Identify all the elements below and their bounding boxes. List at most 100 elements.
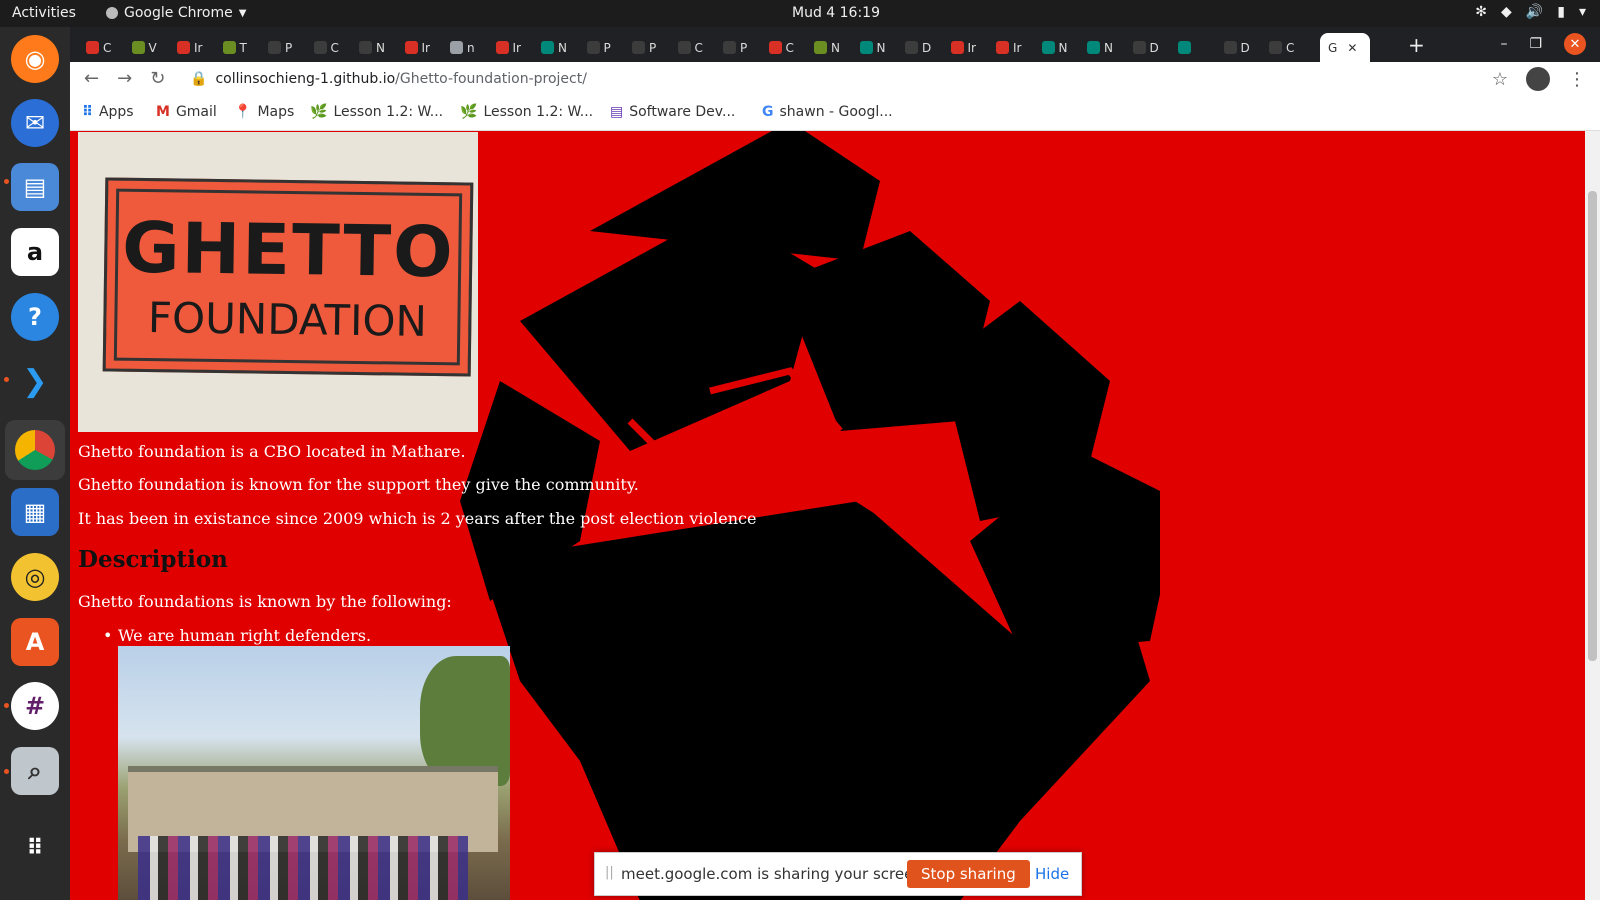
tab-item[interactable]: P <box>579 33 623 62</box>
menu-kebab-icon[interactable]: ⋮ <box>1568 69 1586 90</box>
forward-icon[interactable]: → <box>117 68 132 89</box>
tab-item[interactable]: D <box>1125 33 1169 62</box>
github-icon <box>1269 41 1282 54</box>
profile-avatar[interactable] <box>1526 67 1550 91</box>
caret-down-icon: ▼ <box>238 7 247 19</box>
tab-item[interactable]: C <box>761 33 805 62</box>
tab-item[interactable]: D <box>1216 33 1260 62</box>
firefox-icon[interactable]: ◉ <box>11 35 59 83</box>
tab-item[interactable]: n <box>442 33 486 62</box>
thunderbird-icon[interactable]: ✉ <box>11 99 59 147</box>
tab-item[interactable]: P <box>624 33 668 62</box>
close-tab-icon[interactable]: ✕ <box>1347 41 1357 55</box>
intro-paragraph-1: Ghetto foundation is a CBO located in Ma… <box>78 442 466 461</box>
tab-item[interactable]: N <box>1034 33 1078 62</box>
tab-title: C <box>694 40 703 55</box>
meet-icon <box>1041 41 1055 54</box>
url-path: /Ghetto-foundation-project/ <box>395 71 587 87</box>
vscode-icon[interactable]: ❯ <box>11 357 59 405</box>
tab-item[interactable]: C <box>670 33 714 62</box>
bookmark-star-icon[interactable]: ☆ <box>1492 69 1508 90</box>
tab-active[interactable]: G ✕ <box>1320 33 1370 62</box>
files-icon[interactable]: ▤ <box>11 163 59 211</box>
maximize-icon[interactable]: ❐ <box>1529 36 1542 52</box>
gmail-icon: M <box>156 104 170 120</box>
bookmark-item[interactable]: 📍 Maps <box>234 104 294 120</box>
software-center-icon[interactable]: A <box>11 618 59 666</box>
tab-item[interactable]: N <box>806 33 850 62</box>
accessibility-icon[interactable]: ✻ <box>1475 4 1487 20</box>
tab-item[interactable]: C <box>306 33 350 62</box>
rhythmbox-icon[interactable]: ◎ <box>11 553 59 601</box>
tab-item[interactable]: Ir <box>488 33 532 62</box>
logo-line-2: FOUNDATION <box>147 293 428 346</box>
tab-item[interactable]: N <box>351 33 395 62</box>
tab-item[interactable]: P <box>715 33 759 62</box>
reload-icon[interactable]: ↻ <box>150 68 165 89</box>
drag-handle-icon[interactable]: || <box>605 865 614 880</box>
minimize-icon[interactable]: – <box>1500 36 1507 52</box>
tab-item[interactable] <box>1170 33 1214 62</box>
tab-item[interactable]: P <box>260 33 304 62</box>
tab-item[interactable]: Ir <box>169 33 213 62</box>
toolbar-right: ☆ ⋮ <box>1492 67 1586 91</box>
photo-people <box>138 836 468 900</box>
amazon-icon[interactable]: a <box>11 228 59 276</box>
tab-item[interactable]: C <box>1261 33 1305 62</box>
globe-icon <box>450 41 463 54</box>
battery-icon[interactable]: ▮ <box>1557 4 1565 20</box>
tab-item[interactable]: N <box>533 33 577 62</box>
volume-icon[interactable]: 🔊 <box>1526 4 1543 20</box>
wifi-icon[interactable]: ◆ <box>1501 4 1512 20</box>
tab-item[interactable]: Ir <box>988 33 1032 62</box>
stop-sharing-button[interactable]: Stop sharing <box>907 860 1030 888</box>
back-icon[interactable]: ← <box>84 68 99 89</box>
scrollbar-thumb[interactable] <box>1588 191 1597 661</box>
running-indicator <box>4 769 9 774</box>
description-heading: Description <box>78 546 228 573</box>
tray-menu-icon[interactable]: ▾ <box>1579 4 1586 20</box>
tab-title: D <box>1240 40 1250 55</box>
tab-item[interactable]: N <box>852 33 896 62</box>
writer-icon[interactable]: ▦ <box>11 488 59 536</box>
tab-title: P <box>285 40 293 55</box>
chrome-dock-icon[interactable] <box>5 420 65 480</box>
bookmark-item[interactable]: ⠿ Apps <box>82 104 134 120</box>
bookmark-item[interactable]: Gshawn - Googl... <box>762 104 893 120</box>
gmail-icon <box>950 41 964 54</box>
slack-icon[interactable]: # <box>11 682 59 730</box>
tab-item[interactable]: V <box>124 33 168 62</box>
new-tab-button[interactable]: + <box>1408 33 1425 57</box>
bookmark-item[interactable]: ▤ Software Dev... <box>610 104 735 120</box>
bookmark-item[interactable]: 🌿 Lesson 1.2: W... <box>460 104 593 120</box>
bookmark-item[interactable]: 🌿 Lesson 1.2: W... <box>310 104 443 120</box>
tab-title: N <box>876 40 886 55</box>
hide-button[interactable]: Hide <box>1035 865 1069 883</box>
intro-paragraph-2: Ghetto foundation is known for the suppo… <box>78 475 639 494</box>
tab-item[interactable]: Ir <box>397 33 441 62</box>
help-icon[interactable]: ? <box>11 293 59 341</box>
tab-item[interactable]: N <box>1079 33 1123 62</box>
show-apps-icon[interactable]: ⠿ <box>11 824 59 872</box>
bookmark-label: Lesson 1.2: W... <box>483 104 594 120</box>
magnifier-icon[interactable]: ⌕ <box>11 747 59 795</box>
tab-item[interactable]: C <box>78 33 122 62</box>
page-scrollbar[interactable] <box>1585 131 1600 900</box>
clock[interactable]: Mud 4 16:19 <box>792 5 880 21</box>
app-menu[interactable]: Google Chrome ▼ <box>106 5 246 21</box>
tree-icon <box>131 41 145 54</box>
close-window-icon[interactable]: ✕ <box>1564 33 1586 55</box>
tab-item[interactable]: Ir <box>943 33 987 62</box>
system-tray[interactable]: ✻ ◆ 🔊 ▮ ▾ <box>1475 4 1586 20</box>
ghetto-foundation-logo: GHETTO FOUNDATION <box>78 132 478 432</box>
address-bar[interactable]: 🔒 collinsochieng-1.github.io /Ghetto-fou… <box>190 71 587 87</box>
tab-item[interactable]: T <box>215 33 259 62</box>
tab-item[interactable]: D <box>897 33 941 62</box>
github-icon <box>1132 41 1146 54</box>
tab-title: Ir <box>967 40 976 55</box>
activities-button[interactable]: Activities <box>12 5 76 21</box>
chrome-icon <box>106 7 118 19</box>
bookmark-item[interactable]: M Gmail <box>156 104 217 120</box>
tree-icon: 🌿 <box>310 104 328 120</box>
navigation-buttons: ← → ↻ <box>84 68 165 89</box>
